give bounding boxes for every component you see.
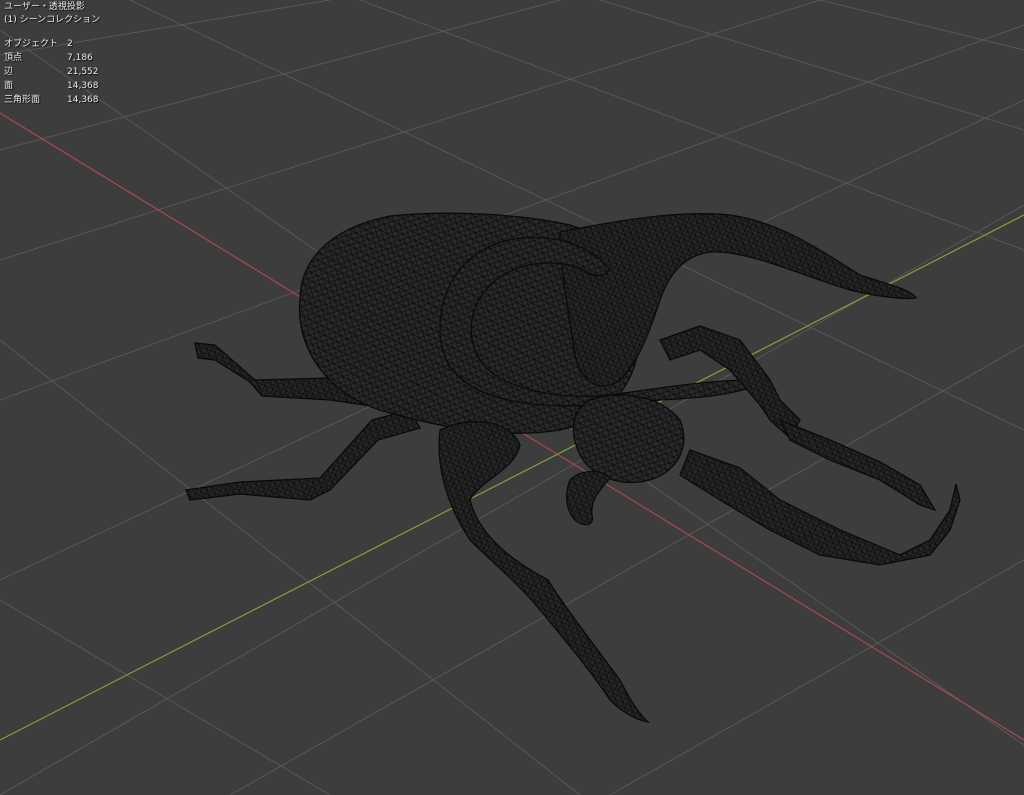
scene-collection-label: (1) シーンコレクション <box>4 15 101 25</box>
viewport-info-overlay: ユーザー・透視投影 (1) シーンコレクション オブジェクト 2 頂点 7,18… <box>4 0 100 108</box>
beetle-wireframe-model[interactable] <box>185 212 961 723</box>
beetle-right-middle-leg <box>679 449 961 566</box>
beetle-head <box>572 394 685 484</box>
stat-value: 14,368 <box>67 81 99 91</box>
stat-label: 頂点 <box>4 53 23 63</box>
stat-value: 2 <box>67 39 73 49</box>
scene-statistics: オブジェクト 2 頂点 7,186 辺 21,552 面 14,368 三角形面… <box>4 38 100 108</box>
stat-label: 面 <box>4 81 14 91</box>
stat-row-triangles: 三角形面 14,368 <box>4 94 100 108</box>
stat-row-vertices: 頂点 7,186 <box>4 52 100 66</box>
stat-row-objects: オブジェクト 2 <box>4 38 100 52</box>
beetle-right-rear-leg <box>778 418 937 512</box>
beetle-left-middle-leg <box>185 409 421 501</box>
view-perspective-label: ユーザー・透視投影 <box>4 2 85 12</box>
stat-value: 21,552 <box>67 67 99 77</box>
3d-viewport[interactable]: ユーザー・透視投影 (1) シーンコレクション オブジェクト 2 頂点 7,18… <box>0 0 1024 795</box>
viewport-scene[interactable] <box>0 0 1024 795</box>
stat-label: オブジェクト <box>4 39 59 49</box>
stat-label: 辺 <box>4 67 14 77</box>
stat-value: 7,186 <box>67 53 93 63</box>
stat-row-faces: 面 14,368 <box>4 80 100 94</box>
stat-label: 三角形面 <box>4 95 41 105</box>
stat-value: 14,368 <box>67 95 99 105</box>
stat-row-edges: 辺 21,552 <box>4 66 100 80</box>
beetle-head-horn <box>566 470 611 526</box>
